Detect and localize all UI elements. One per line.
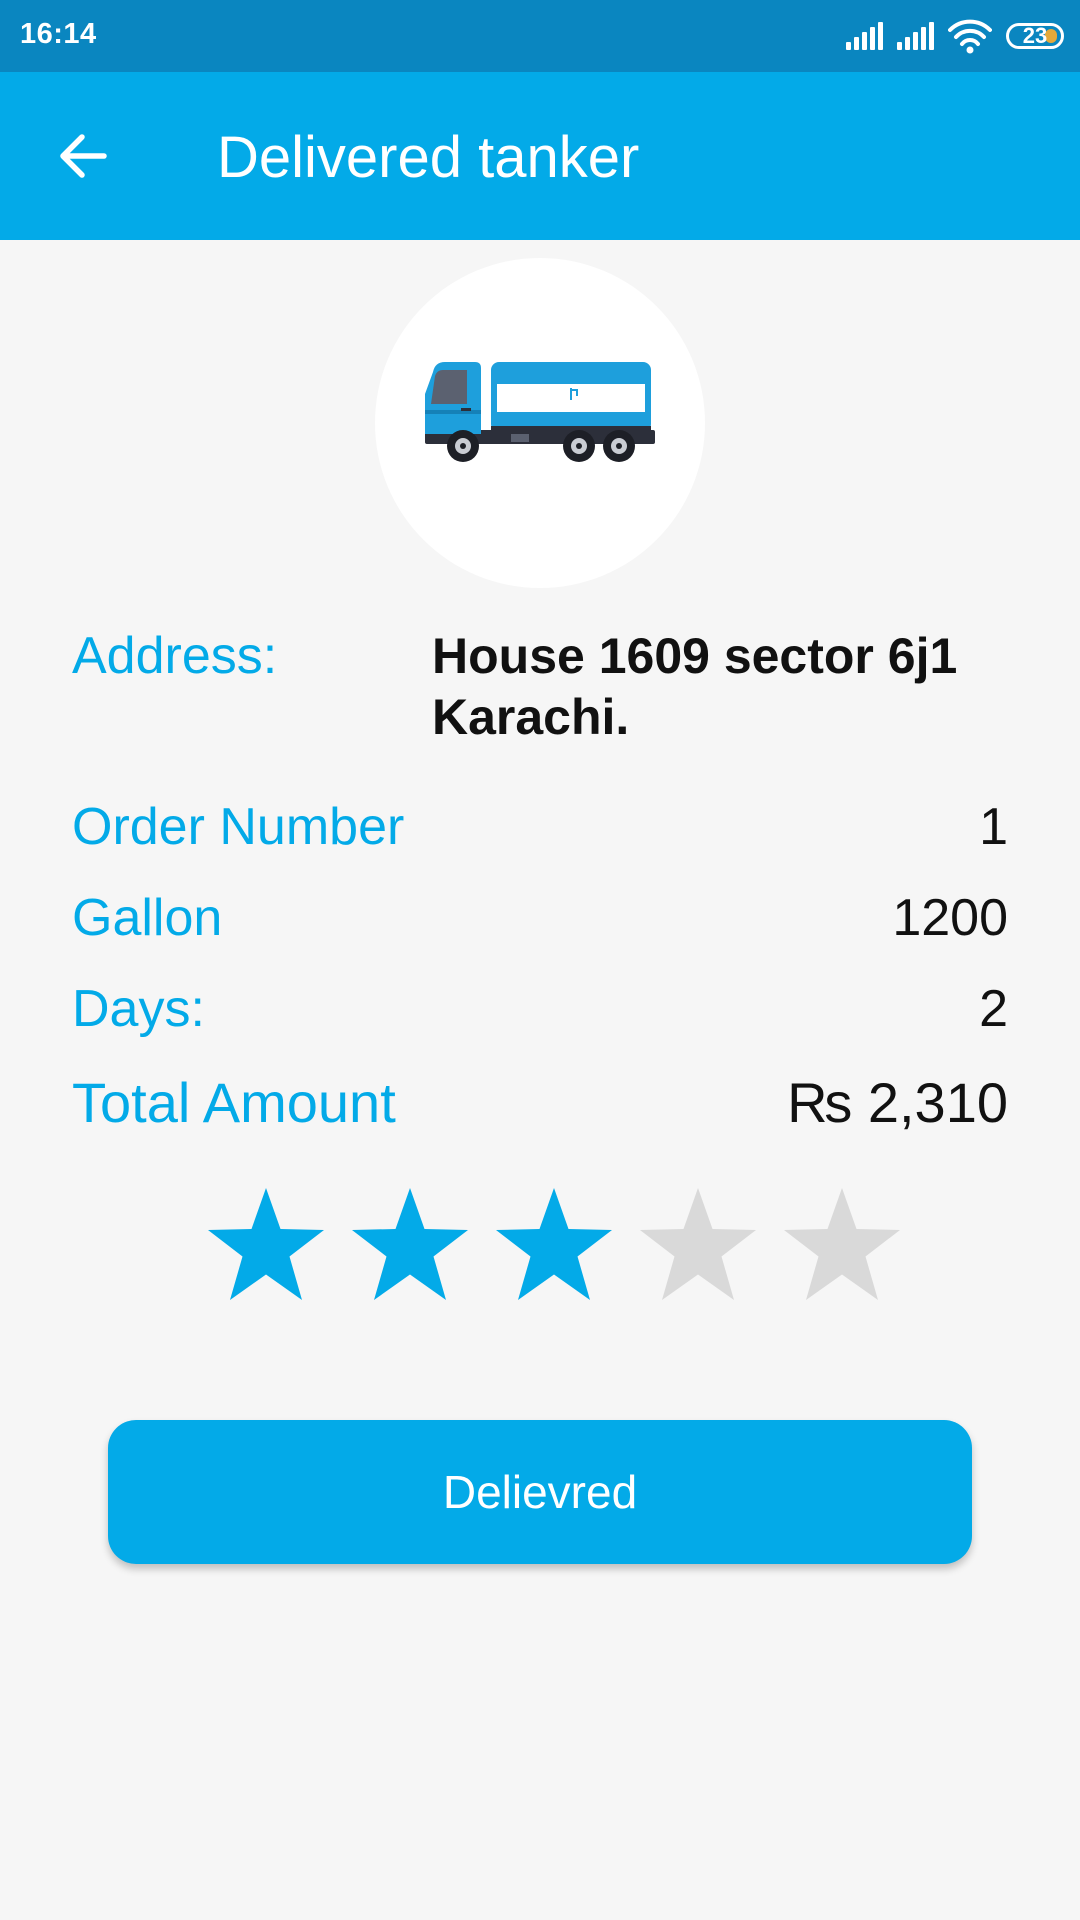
total-amount-label: Total Amount — [72, 1071, 396, 1134]
tanker-avatar — [375, 258, 705, 588]
address-row: Address: House 1609 sector 6j1 Karachi. — [72, 622, 1008, 752]
order-number-label: Order Number — [72, 798, 405, 856]
battery-icon: 23 — [1006, 23, 1064, 49]
address-label: Address: — [72, 627, 278, 685]
gallon-label: Gallon — [72, 889, 223, 947]
star-icon[interactable] — [638, 1186, 758, 1304]
page-title: Delivered tanker — [217, 125, 640, 190]
arrow-left-icon[interactable] — [52, 124, 116, 188]
screen: 16:14 23 Delivered tanker Address: House… — [0, 0, 1080, 1920]
battery-level: 23 — [1022, 23, 1048, 48]
water-tanker-truck-icon — [425, 362, 655, 462]
star-icon[interactable] — [494, 1186, 614, 1304]
gallon-row: Gallon 1200 — [72, 888, 1008, 952]
address-value: House 1609 sector 6j1 Karachi. — [432, 628, 958, 745]
status-time: 16:14 — [20, 18, 97, 50]
days-value: 2 — [979, 980, 1008, 1038]
status-bar: 16:14 23 — [0, 0, 1080, 72]
signal-icon — [846, 22, 883, 50]
star-icon[interactable] — [350, 1186, 470, 1304]
delivered-button[interactable]: Delievred — [108, 1420, 972, 1564]
days-label: Days: — [72, 980, 205, 1038]
star-icon[interactable] — [782, 1186, 902, 1304]
wifi-icon — [948, 19, 992, 54]
days-row: Days: 2 — [72, 979, 1008, 1043]
status-icons: 23 — [846, 18, 1064, 54]
rating-bar[interactable] — [206, 1186, 906, 1310]
order-number-value: 1 — [979, 798, 1008, 856]
gallon-value: 1200 — [892, 889, 1008, 947]
total-amount-value: ₨ 2,310 — [787, 1071, 1008, 1134]
star-icon[interactable] — [206, 1186, 326, 1304]
order-number-row: Order Number 1 — [72, 797, 1008, 861]
total-amount-row: Total Amount ₨ 2,310 — [72, 1070, 1008, 1140]
signal-icon — [897, 22, 934, 50]
app-bar: Delivered tanker — [0, 72, 1080, 240]
